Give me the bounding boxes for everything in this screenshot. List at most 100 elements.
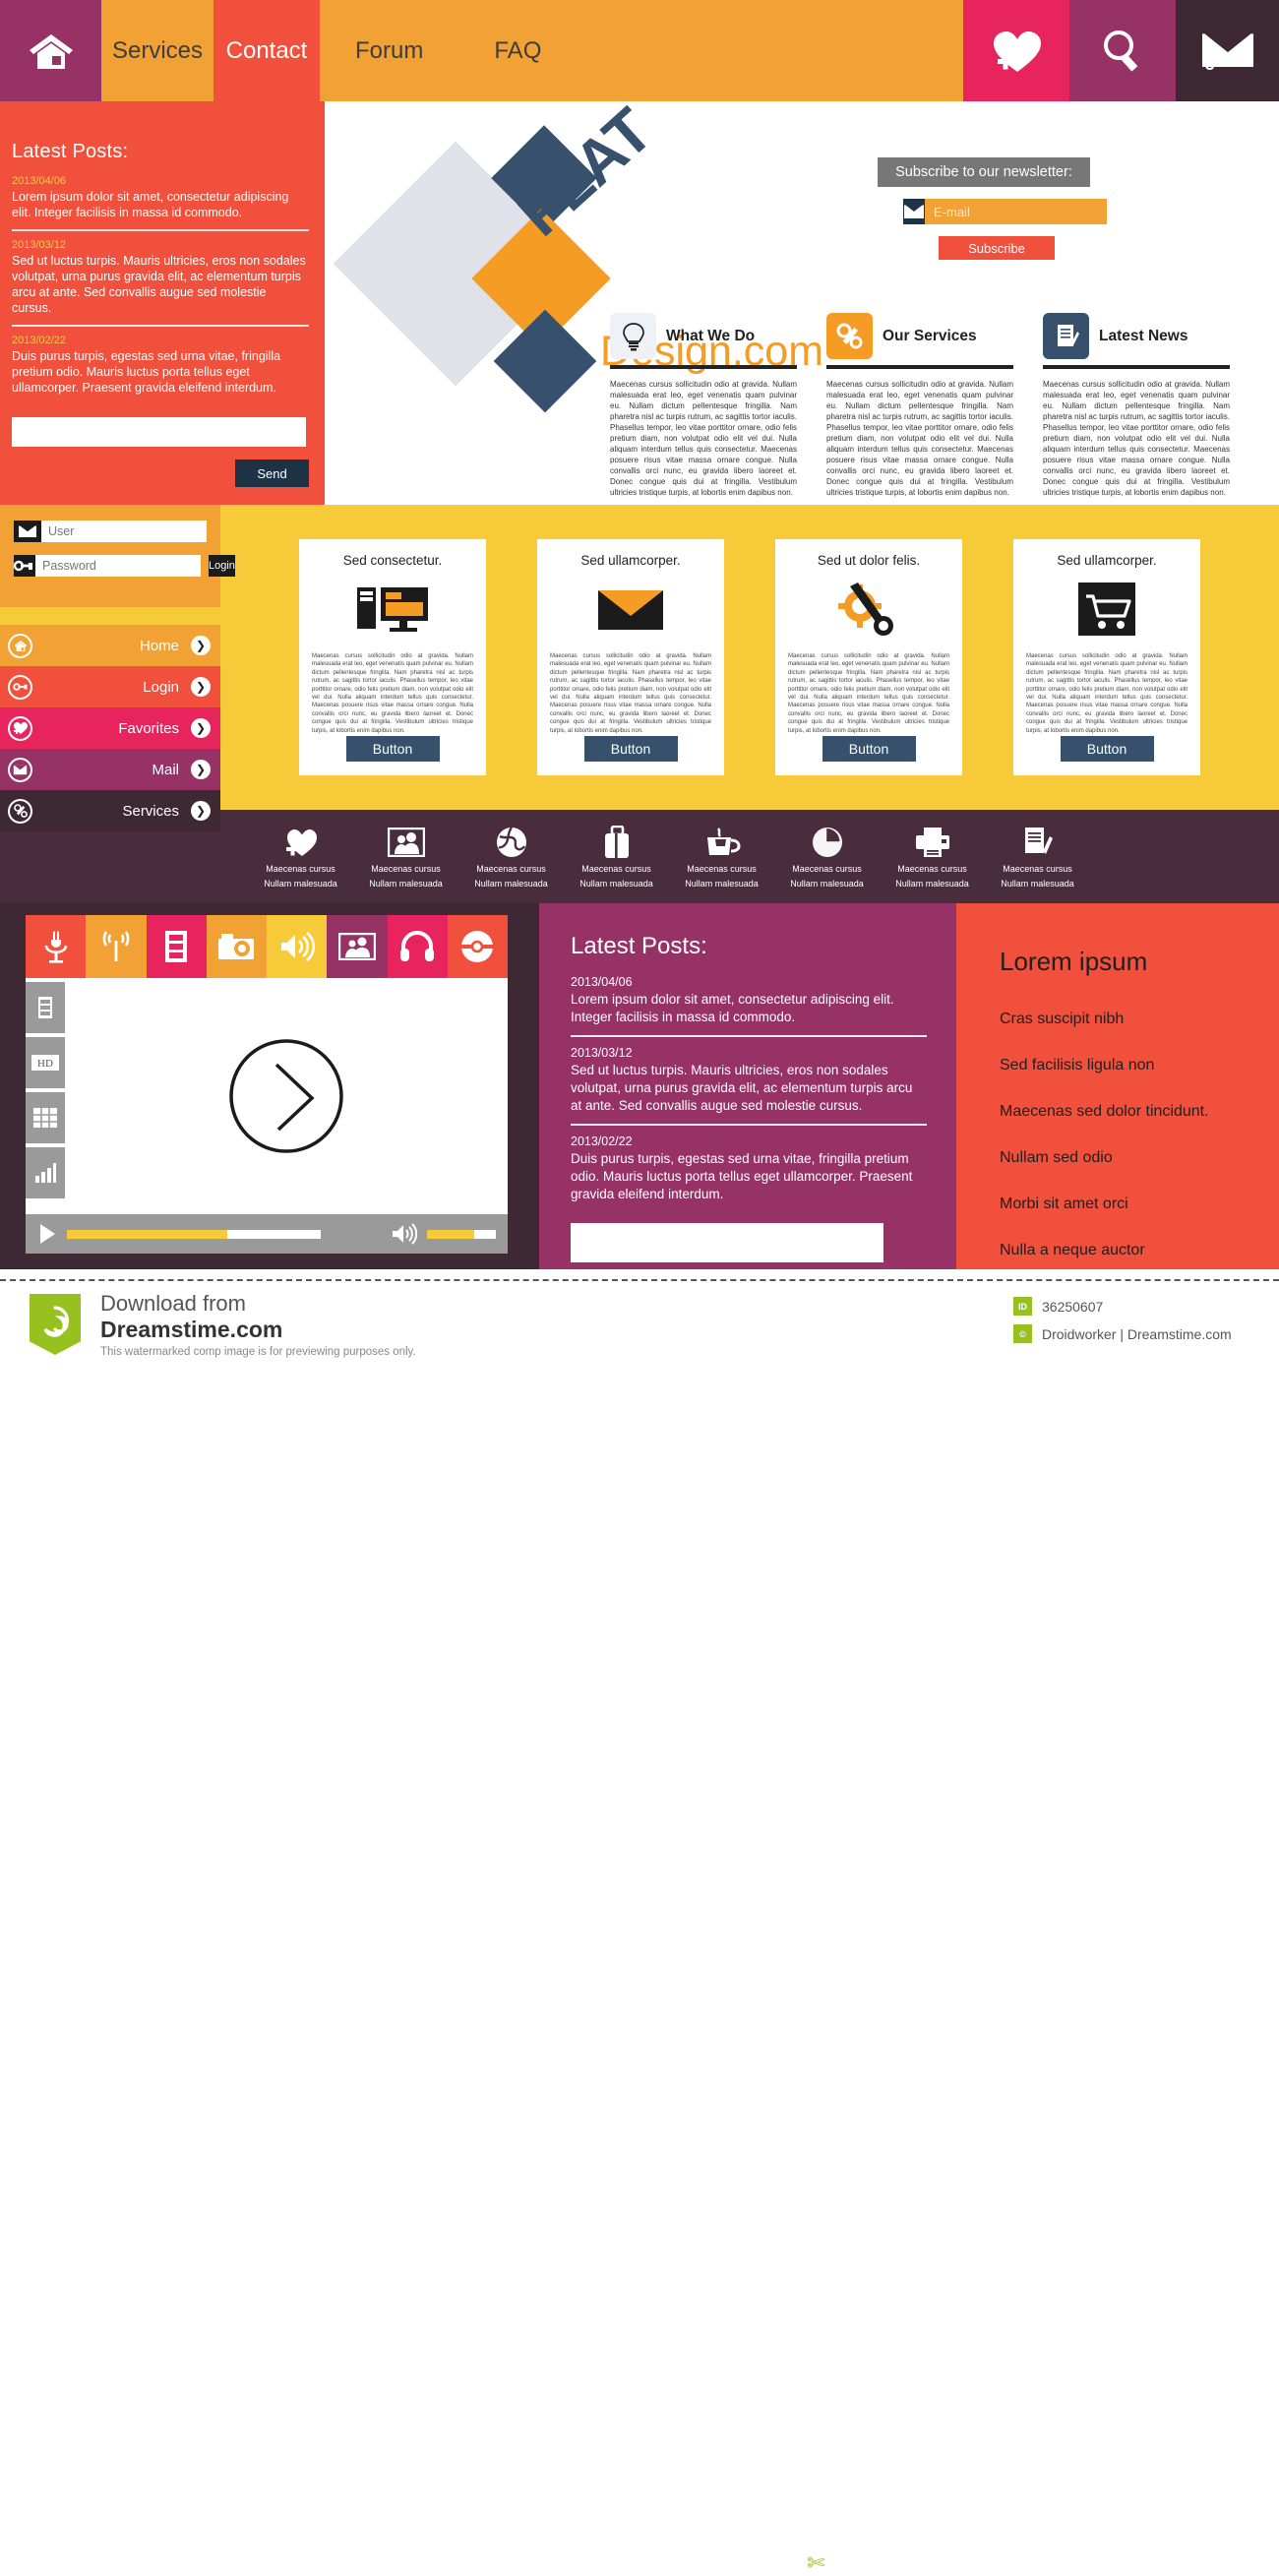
player-tab-film[interactable] xyxy=(146,915,207,978)
player-tab-camera[interactable] xyxy=(206,915,267,978)
hd-icon[interactable]: HD xyxy=(26,1037,65,1088)
divider xyxy=(12,325,309,327)
watermark-line3: This watermarked comp image is for previ… xyxy=(100,1346,416,1358)
menu-item-services[interactable]: Services ❯ xyxy=(0,790,220,831)
card-button[interactable]: Button xyxy=(583,736,678,762)
user-input[interactable] xyxy=(41,521,207,542)
card-button[interactable]: Button xyxy=(345,736,440,762)
subscribe-button[interactable]: Subscribe xyxy=(939,236,1055,260)
side-menu: Home ❯ Login ❯ Favorites ❯ Mail ❯ Servic… xyxy=(0,625,220,831)
nav-item-contact[interactable]: Contact xyxy=(213,0,320,101)
card-body: Maecenas cursus sollicitudin odio at gra… xyxy=(788,653,949,734)
watermark-meta: ID 36250607 © Droidworker | Dreamstime.c… xyxy=(1013,1297,1232,1352)
top-navigation: Services Contact Forum FAQ 3 xyxy=(0,0,1279,101)
nav-item-forum[interactable]: Forum xyxy=(320,37,458,65)
document-edit-icon xyxy=(1043,313,1089,359)
equalizer-icon[interactable] xyxy=(26,1147,65,1198)
card-sed-ut-dolor-felis: Sed ut dolor felis. Maecenas cursus soll… xyxy=(775,539,962,775)
player-tab-broadcast[interactable] xyxy=(86,915,147,978)
hero-main: FLAT Design.com Subscribe to our newslet… xyxy=(325,94,1279,505)
nav-mail-button[interactable]: 3 xyxy=(1176,0,1279,101)
cards-row: Sed consectetur. Maecenas cursus sollici… xyxy=(220,505,1279,810)
strip-caption-line1: Maecenas cursus xyxy=(581,863,651,874)
key-icon xyxy=(14,555,35,577)
menu-item-home[interactable]: Home ❯ xyxy=(0,625,220,666)
wrench-gear-icon xyxy=(8,798,32,824)
grid-icon[interactable] xyxy=(26,1092,65,1143)
divider xyxy=(12,229,309,231)
latest-posts-left-panel: Latest Posts: 2013/04/06 Lorem ipsum dol… xyxy=(0,101,325,505)
volume-fill xyxy=(427,1229,474,1239)
menu-label: Home xyxy=(139,637,179,654)
microphone-icon xyxy=(44,931,67,963)
email-input[interactable] xyxy=(925,199,1107,224)
player-screen[interactable] xyxy=(65,978,508,1214)
strip-item[interactable]: Maecenas cursus Nullam malesuada xyxy=(681,825,762,889)
nav-search-button[interactable] xyxy=(1069,0,1176,101)
card-button[interactable]: Button xyxy=(822,736,916,762)
divider xyxy=(610,365,797,369)
send-button[interactable]: Send xyxy=(235,460,309,487)
disc-icon xyxy=(461,931,494,962)
feature-our-services: Our Services Maecenas cursus sollicitudi… xyxy=(826,313,1013,498)
list-item[interactable]: Nulla a neque auctor xyxy=(1000,1242,1279,1259)
image-id: 36250607 xyxy=(1042,1298,1104,1315)
list-item[interactable]: Sed facilisis ligula non xyxy=(1000,1057,1279,1074)
volume-slider[interactable] xyxy=(427,1229,496,1239)
player-tab-disc[interactable] xyxy=(447,915,508,978)
comment-input[interactable] xyxy=(12,417,306,447)
website-mockup: Services Contact Forum FAQ 3 Latest Post… xyxy=(0,0,1279,1279)
strip-item[interactable]: Maecenas cursus Nullam malesuada xyxy=(470,825,552,889)
player-tab-gallery[interactable] xyxy=(327,915,388,978)
feature-header: What We Do xyxy=(610,313,797,359)
feature-what-we-do: What We Do Maecenas cursus sollicitudin … xyxy=(610,313,797,498)
post-item: 2013/03/12 Sed ut luctus turpis. Mauris … xyxy=(571,1045,927,1115)
menu-item-mail[interactable]: Mail ❯ xyxy=(0,749,220,790)
player-tab-headphones[interactable] xyxy=(387,915,448,978)
feature-body: Maecenas cursus sollicitudin odio at gra… xyxy=(610,380,797,497)
post-text: Sed ut luctus turpis. Mauris ultricies, … xyxy=(571,1063,913,1113)
player-tab-volume[interactable] xyxy=(267,915,328,978)
features-band: Login Home ❯ Login ❯ xyxy=(0,505,1279,831)
strip-item[interactable]: Maecenas cursus Nullam malesuada xyxy=(786,825,868,889)
key-icon xyxy=(8,674,32,700)
nav-favorites-button[interactable] xyxy=(963,0,1069,101)
feature-title: What We Do xyxy=(666,327,756,344)
strip-item[interactable]: Maecenas cursus Nullam malesuada xyxy=(260,825,341,889)
volume-icon[interactable] xyxy=(392,1223,417,1245)
post-item: 2013/04/06 Lorem ipsum dolor sit amet, c… xyxy=(12,174,309,220)
card-body: Maecenas cursus sollicitudin odio at gra… xyxy=(550,653,711,734)
card-button[interactable]: Button xyxy=(1060,736,1154,762)
list-item[interactable]: Nullam sed odio xyxy=(1000,1149,1279,1167)
strip-item[interactable]: Maecenas cursus Nullam malesuada xyxy=(891,825,973,889)
dreamstime-logo-icon xyxy=(30,1294,81,1355)
comment-input[interactable] xyxy=(571,1223,883,1262)
watermark-line2: Dreamstime.com xyxy=(100,1317,283,1342)
player-tab-microphone[interactable] xyxy=(26,915,87,978)
feature-body: Maecenas cursus sollicitudin odio at gra… xyxy=(1043,380,1230,497)
playlist-icon[interactable] xyxy=(26,982,65,1033)
play-circle-icon xyxy=(229,1039,343,1153)
menu-item-login[interactable]: Login ❯ xyxy=(0,666,220,707)
list-item[interactable]: Maecenas sed dolor tincidunt. xyxy=(1000,1103,1279,1121)
player-controls xyxy=(26,1214,508,1254)
list-item[interactable]: Cras suscipit nibh xyxy=(1000,1011,1279,1028)
progress-fill xyxy=(67,1229,227,1239)
printer-icon xyxy=(891,825,973,860)
nav-item-services[interactable]: Services xyxy=(101,0,213,101)
strip-item[interactable]: Maecenas cursus Nullam malesuada xyxy=(576,825,657,889)
list-item[interactable]: Morbi sit amet orci xyxy=(1000,1196,1279,1213)
nav-home-button[interactable] xyxy=(0,0,101,101)
strip-caption-line1: Maecenas cursus xyxy=(476,863,546,874)
progress-slider[interactable] xyxy=(67,1229,321,1239)
post-date: 2013/02/22 xyxy=(571,1135,633,1148)
strip-caption-line2: Nullam malesuada xyxy=(579,878,653,889)
strip-item[interactable]: Maecenas cursus Nullam malesuada xyxy=(365,825,447,889)
menu-item-favorites[interactable]: Favorites ❯ xyxy=(0,707,220,749)
play-icon[interactable] xyxy=(37,1223,57,1245)
menu-label: Services xyxy=(122,802,179,820)
nav-item-faq[interactable]: FAQ xyxy=(458,37,577,65)
strip-item[interactable]: Maecenas cursus Nullam malesuada xyxy=(997,825,1078,889)
password-input[interactable] xyxy=(35,555,201,577)
post-date: 2013/03/12 xyxy=(571,1046,633,1060)
